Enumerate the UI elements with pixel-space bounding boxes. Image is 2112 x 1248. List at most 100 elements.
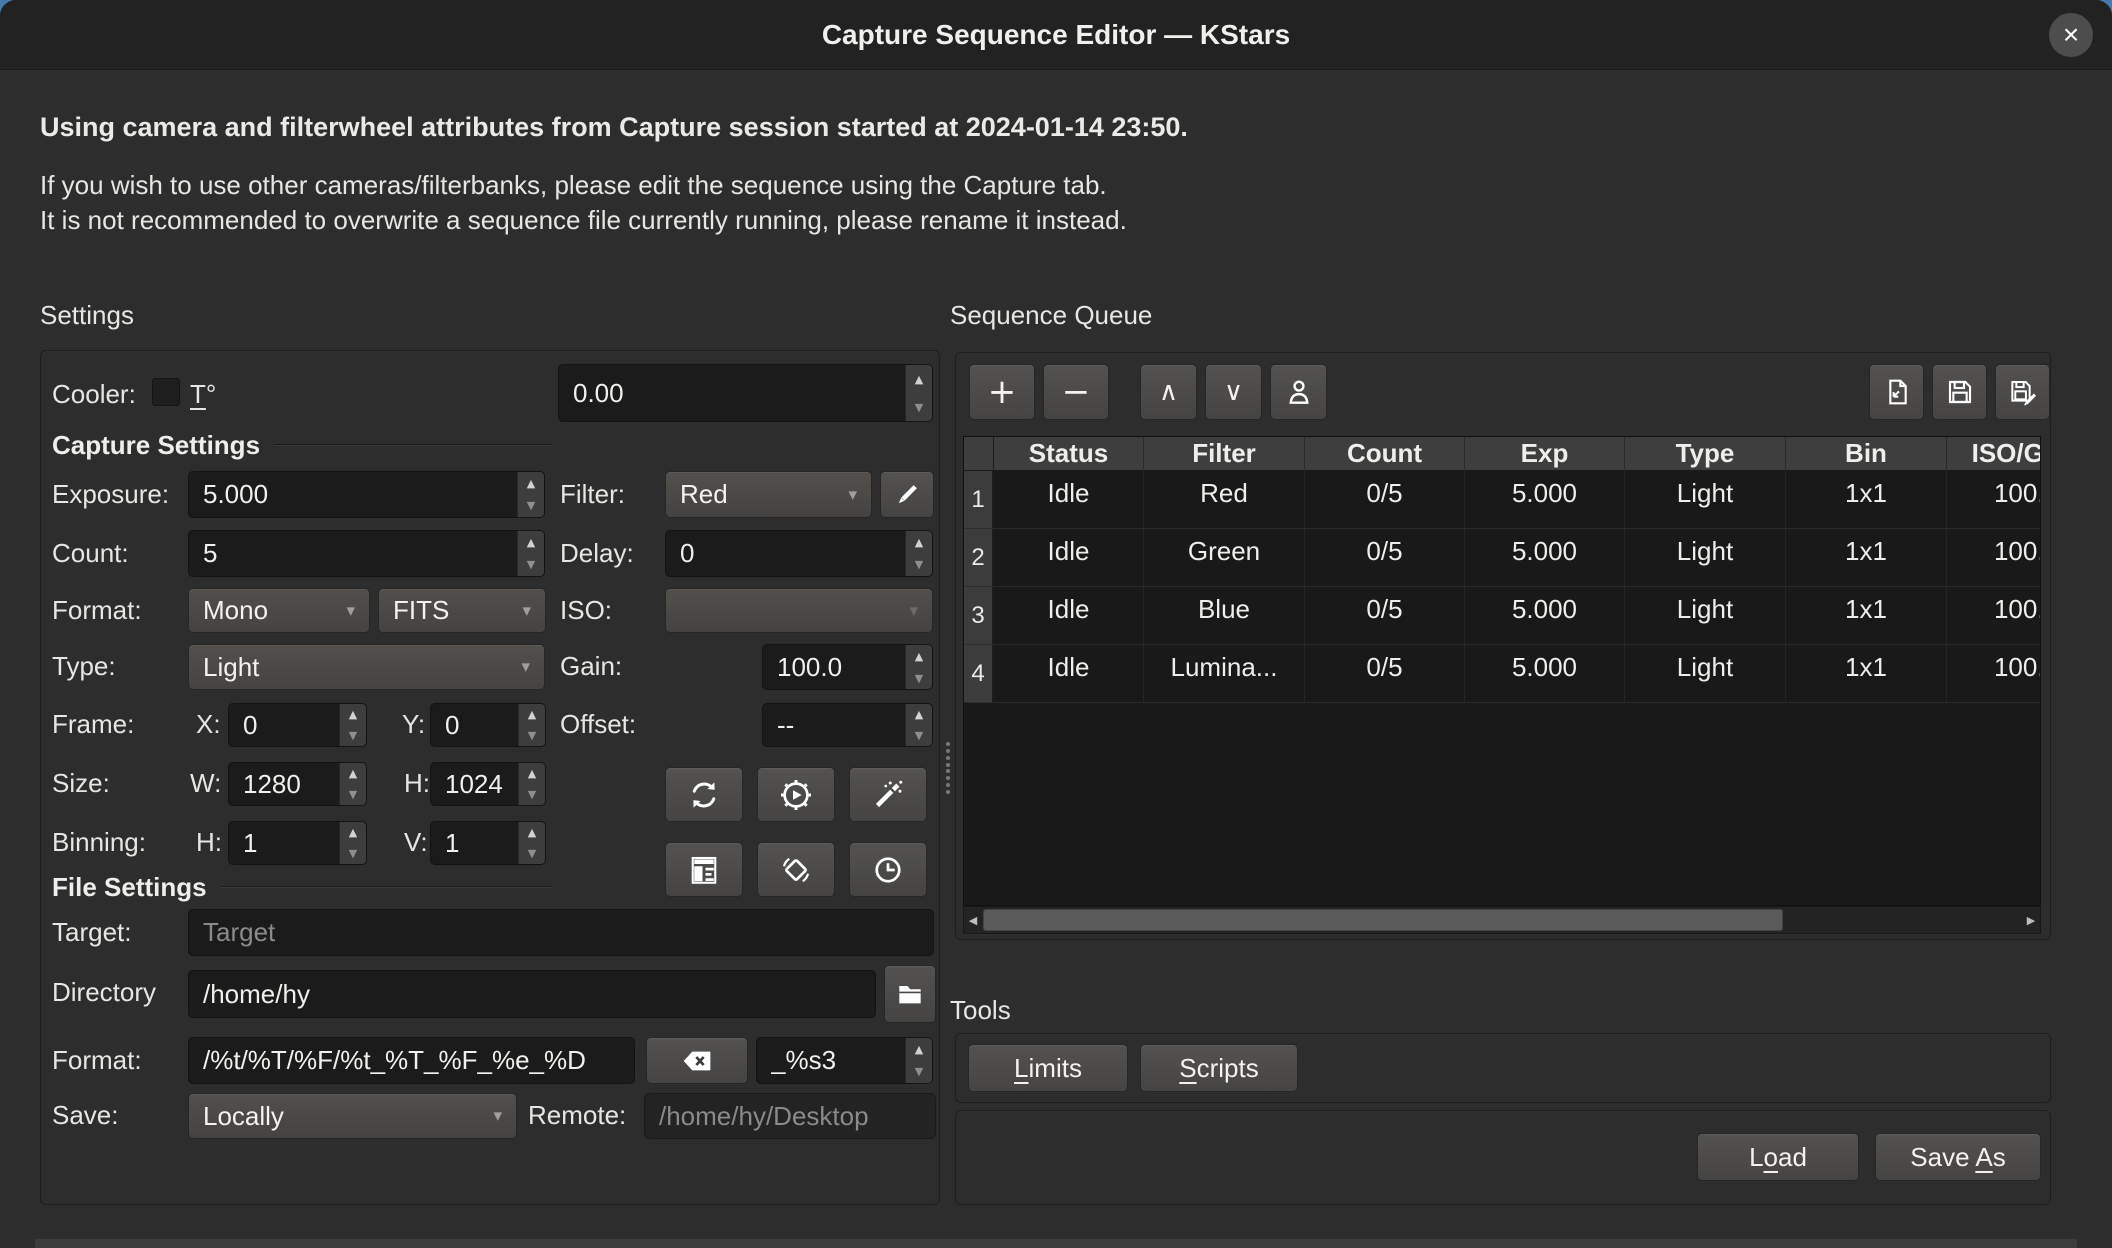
exposure-spinbox[interactable]: ▲▼	[188, 471, 545, 518]
gain-input[interactable]	[763, 645, 905, 689]
spin-buttons[interactable]: ▲▼	[517, 472, 544, 517]
remove-job-button[interactable]: −	[1043, 364, 1109, 420]
cell-type[interactable]: Light	[1625, 587, 1786, 645]
timer-button[interactable]	[849, 842, 927, 897]
binning-v-input[interactable]	[431, 822, 518, 864]
reset-frame-button[interactable]	[665, 767, 743, 822]
cell-status[interactable]: Idle	[994, 529, 1144, 587]
browse-directory-button[interactable]	[884, 965, 936, 1023]
spin-buttons[interactable]: ▲▼	[905, 645, 932, 689]
cooler-checkbox[interactable]	[152, 378, 180, 406]
spin-up-icon[interactable]: ▲	[519, 704, 545, 725]
spin-up-icon[interactable]: ▲	[906, 531, 932, 554]
spin-buttons[interactable]: ▲▼	[905, 531, 932, 576]
frame-type-combobox[interactable]: Light ▾	[188, 644, 545, 690]
column-header-iso-gain[interactable]: ISO/Gain	[1947, 437, 2041, 471]
frame-y-spinbox[interactable]: ▲▼	[430, 703, 546, 747]
save-mode-combobox[interactable]: Locally ▾	[188, 1093, 517, 1139]
cell-bin[interactable]: 1x1	[1786, 471, 1947, 529]
directory-field[interactable]	[188, 970, 876, 1018]
temperature-input[interactable]	[559, 365, 905, 421]
spin-buttons[interactable]: ▲▼	[518, 704, 545, 746]
rotator-button[interactable]	[757, 842, 835, 897]
scripts-button[interactable]: Scripts	[1140, 1044, 1298, 1092]
cell-filter[interactable]: Red	[1144, 471, 1305, 529]
delay-spinbox[interactable]: ▲▼	[665, 530, 933, 577]
row-number[interactable]: 2	[964, 529, 994, 587]
filename-format-field[interactable]	[188, 1037, 635, 1084]
titlebar[interactable]: Capture Sequence Editor — KStars	[0, 0, 2112, 70]
spin-down-icon[interactable]: ▼	[518, 554, 544, 577]
spin-down-icon[interactable]: ▼	[906, 393, 932, 421]
spin-up-icon[interactable]: ▲	[340, 704, 366, 725]
edit-filters-button[interactable]	[880, 471, 934, 518]
frame-y-input[interactable]	[431, 704, 518, 746]
filter-combobox[interactable]: Red ▾	[665, 471, 872, 518]
cell-count[interactable]: 0/5	[1305, 645, 1465, 703]
size-w-input[interactable]	[229, 763, 339, 805]
table-row[interactable]: 1 Idle Red 0/5 5.000 Light 1x1 100.0	[964, 471, 2041, 529]
spin-down-icon[interactable]: ▼	[340, 725, 366, 746]
spin-buttons[interactable]: ▲▼	[517, 531, 544, 576]
spin-up-icon[interactable]: ▲	[340, 763, 366, 784]
column-header-exp[interactable]: Exp	[1465, 437, 1625, 471]
delay-input[interactable]	[666, 531, 905, 576]
capture-process-button[interactable]	[757, 767, 835, 822]
spin-up-icon[interactable]: ▲	[518, 472, 544, 495]
spin-down-icon[interactable]: ▼	[519, 843, 545, 864]
cell-exp[interactable]: 5.000	[1465, 471, 1625, 529]
spin-up-icon[interactable]: ▲	[906, 1038, 932, 1061]
target-input[interactable]	[189, 917, 933, 948]
frame-x-input[interactable]	[229, 704, 339, 746]
spin-buttons[interactable]: ▲▼	[339, 763, 366, 805]
binning-h-spinbox[interactable]: ▲▼	[228, 821, 367, 865]
sequence-queue-table[interactable]: Status Filter Count Exp Type Bin ISO/Gai…	[963, 436, 2041, 906]
cell-iso-gain[interactable]: 100.0	[1947, 645, 2041, 703]
cell-count[interactable]: 0/5	[1305, 529, 1465, 587]
add-job-button[interactable]: +	[969, 364, 1035, 420]
cell-bin[interactable]: 1x1	[1786, 587, 1947, 645]
cell-type[interactable]: Light	[1625, 529, 1786, 587]
spin-down-icon[interactable]: ▼	[518, 495, 544, 518]
column-header-filter[interactable]: Filter	[1144, 437, 1305, 471]
close-button[interactable]: ×	[2049, 13, 2093, 57]
cell-iso-gain[interactable]: 100.0	[1947, 471, 2041, 529]
spin-down-icon[interactable]: ▼	[519, 784, 545, 805]
temperature-spinbox[interactable]: ▲▼	[558, 364, 933, 422]
filename-format-input[interactable]	[189, 1045, 634, 1076]
spin-down-icon[interactable]: ▼	[340, 843, 366, 864]
spin-buttons[interactable]: ▲▼	[905, 365, 932, 421]
cell-count[interactable]: 0/5	[1305, 587, 1465, 645]
row-number[interactable]: 3	[964, 587, 994, 645]
cell-exp[interactable]: 5.000	[1465, 587, 1625, 645]
binning-h-input[interactable]	[229, 822, 339, 864]
spin-up-icon[interactable]: ▲	[518, 531, 544, 554]
spin-up-icon[interactable]: ▲	[906, 645, 932, 667]
offset-input[interactable]	[763, 704, 905, 746]
size-h-spinbox[interactable]: ▲▼	[430, 762, 546, 806]
load-button[interactable]: Load	[1697, 1133, 1859, 1181]
scroll-right-icon[interactable]: ▶	[2022, 907, 2040, 933]
spin-buttons[interactable]: ▲▼	[518, 763, 545, 805]
spin-buttons[interactable]: ▲▼	[905, 704, 932, 746]
column-header-count[interactable]: Count	[1305, 437, 1465, 471]
limits-button[interactable]: Limits	[968, 1044, 1128, 1092]
observer-button[interactable]	[1270, 364, 1327, 420]
gain-spinbox[interactable]: ▲▼	[762, 644, 933, 690]
row-number[interactable]: 1	[964, 471, 994, 529]
spin-down-icon[interactable]: ▼	[906, 667, 932, 689]
camera-format-combobox[interactable]: Mono ▾	[188, 588, 370, 633]
format-suffix-spinbox[interactable]: ▲▼	[756, 1037, 933, 1084]
table-row[interactable]: 4 Idle Lumina... 0/5 5.000 Light 1x1 100…	[964, 645, 2041, 703]
spin-up-icon[interactable]: ▲	[519, 763, 545, 784]
clear-format-button[interactable]	[646, 1037, 748, 1084]
table-horizontal-scrollbar[interactable]: ◀ ▶	[963, 906, 2041, 934]
offset-spinbox[interactable]: ▲▼	[762, 703, 933, 747]
exposure-input[interactable]	[189, 472, 517, 517]
cell-status[interactable]: Idle	[994, 645, 1144, 703]
spin-down-icon[interactable]: ▼	[519, 725, 545, 746]
panel-splitter-handle[interactable]	[945, 742, 951, 794]
table-row[interactable]: 3 Idle Blue 0/5 5.000 Light 1x1 100.0	[964, 587, 2041, 645]
column-header-bin[interactable]: Bin	[1786, 437, 1947, 471]
scrollbar-thumb[interactable]	[983, 909, 1783, 931]
